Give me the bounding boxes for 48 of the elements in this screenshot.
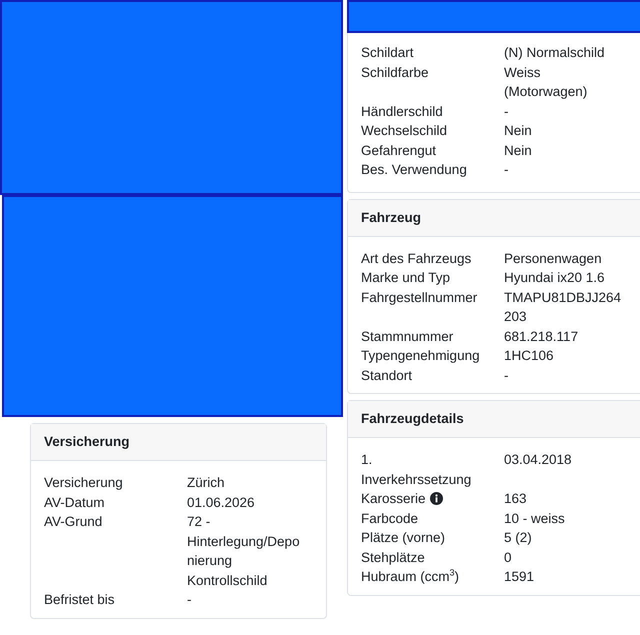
- field-value: 5 (2): [504, 529, 533, 547]
- field-value: Nein: [504, 122, 533, 140]
- field-value: Nein: [504, 142, 533, 160]
- card-title: Versicherung: [31, 424, 326, 461]
- field-label: AV-Datum: [44, 494, 105, 510]
- info-icon[interactable]: [430, 492, 443, 505]
- field-value: Personenwagen: [504, 250, 603, 268]
- field-label: Fahrgestellnummer: [361, 290, 478, 304]
- field-label: Marke und Typ: [361, 270, 450, 285]
- field-label: Befristet bis: [44, 592, 115, 607]
- field-value: -: [504, 102, 510, 120]
- field-label: Typengenehmigung: [361, 348, 480, 363]
- field-label: Gefahrengut: [361, 142, 436, 158]
- card-title: Fahrzeugdetails: [348, 401, 640, 438]
- field-value: Hyundai ix20 1.6: [504, 269, 606, 287]
- field-label: Plätze (vorne): [361, 530, 446, 545]
- field-value: Weiss (Motorwagen): [504, 64, 588, 101]
- field-value: (N) Normalschild: [504, 44, 606, 62]
- field-value: 163: [504, 490, 528, 508]
- field-value: -: [187, 591, 192, 609]
- field-label: 1. Inverkehrssetzung: [361, 452, 472, 486]
- field-label: Schildart: [361, 45, 414, 60]
- field-label: Stammnummer: [361, 328, 454, 344]
- field-label: Karosserie: [361, 491, 426, 506]
- field-label: Wechselschild: [361, 123, 448, 138]
- card-title: Fahrzeug: [348, 200, 640, 236]
- field-label: Schildfarbe: [361, 64, 429, 80]
- field-label: Bes. Verwendung: [361, 162, 467, 177]
- field-value: 72 - Hinterlegung/Deponierung Kontrollschild: [187, 513, 301, 590]
- field-value: -: [504, 161, 510, 179]
- field-label: Standort: [361, 368, 412, 382]
- field-label: Versicherung: [44, 475, 123, 490]
- field-value: 681.218.117: [504, 328, 580, 346]
- field-label: Farbcode: [361, 510, 418, 526]
- field-label: Händlerschild: [361, 104, 443, 118]
- field-value: 10 - weiss: [504, 510, 566, 528]
- field-label: Art des Fahrzeugs: [361, 250, 472, 266]
- field-value: Zürich: [187, 474, 226, 492]
- field-value: 0: [504, 548, 513, 566]
- field-value: 1HC106: [504, 347, 555, 365]
- field-label: Hubraum (ccm$^{3}$): [361, 569, 460, 584]
- field-value: 01.06.2026: [187, 494, 256, 512]
- field-value: -: [504, 366, 510, 384]
- field-value: 1591: [504, 568, 536, 586]
- field-label: Stehplätze: [361, 550, 425, 564]
- field-value: 03.04.2018: [504, 451, 573, 469]
- field-value: TMAPU81DBJJ264203: [504, 288, 622, 326]
- field-label: AV-Grund: [44, 514, 102, 529]
